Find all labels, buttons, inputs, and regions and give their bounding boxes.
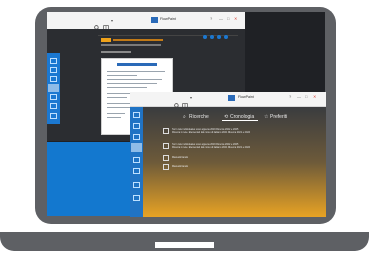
active-tab-indicator <box>222 120 258 121</box>
help-button[interactable]: ? <box>289 94 291 99</box>
close-button[interactable]: ✕ <box>313 94 316 99</box>
back-window-titlebar: ▾ FlowPaint ? — □ ✕ <box>47 12 245 31</box>
chevron-down-icon[interactable]: ▾ <box>190 95 192 100</box>
doc-line <box>107 113 125 114</box>
history-item-icon <box>163 164 169 170</box>
doc-line <box>107 71 165 72</box>
doc-line <box>107 87 147 88</box>
history-item-title[interactable]: Manualizzando <box>172 165 252 168</box>
minimize-button[interactable]: — <box>297 94 301 99</box>
indicator-dot <box>224 35 228 39</box>
settings-icon[interactable] <box>133 182 140 188</box>
info-icon[interactable] <box>133 195 140 201</box>
window-title: FlowPaint <box>160 17 176 21</box>
maximize-button[interactable]: □ <box>305 94 307 99</box>
indicator-dot <box>210 35 214 39</box>
doc-line <box>107 97 127 98</box>
book-icon[interactable] <box>50 67 57 73</box>
doc-line <box>107 117 121 118</box>
sidebar-item-active[interactable] <box>48 84 59 92</box>
search-icon[interactable] <box>50 58 57 64</box>
history-item-title[interactable]: Manualizzando <box>172 156 252 159</box>
minimize-button[interactable]: — <box>219 16 223 21</box>
bookmark-icon[interactable] <box>50 76 57 82</box>
doc-line <box>107 107 132 108</box>
gear-icon[interactable] <box>50 103 57 109</box>
tab-ricerche[interactable]: Ricerche <box>189 114 209 120</box>
app-logo-icon <box>151 17 158 23</box>
close-button[interactable]: ✕ <box>234 16 237 21</box>
history-item-subtitle: Ricerca in rete. Elementari dal corso di… <box>172 131 251 134</box>
app-logo-icon <box>228 95 235 101</box>
gear-icon[interactable] <box>133 168 140 174</box>
history-item-icon <box>163 128 169 134</box>
front-window-titlebar: ▾ FlowPaint ? — □ ✕ <box>130 92 326 109</box>
doc-line <box>107 79 162 80</box>
search-icon[interactable] <box>94 18 100 31</box>
settings-icon[interactable] <box>50 113 57 119</box>
bookmark-icon[interactable] <box>133 134 140 140</box>
history-icon[interactable] <box>50 94 57 100</box>
book-icon[interactable] <box>103 18 109 31</box>
history-item-subtitle: Ricerca in rete. Elementari dal corso di… <box>172 146 251 149</box>
highlight-text <box>113 39 163 41</box>
maximize-button[interactable]: □ <box>227 16 229 21</box>
sidebar-item-active[interactable] <box>131 143 142 152</box>
tab-bookmark-icon: ☆ <box>264 114 269 120</box>
indicator-dot <box>203 35 207 39</box>
doc-line <box>107 75 137 76</box>
text-line <box>101 44 161 46</box>
front-window-content <box>130 107 326 217</box>
window-title: FlowPaint <box>238 95 254 99</box>
history-item-icon <box>163 155 169 161</box>
section-heading <box>101 51 131 53</box>
doc-line <box>107 83 157 84</box>
status-badge <box>101 38 111 42</box>
tab-preferiti[interactable]: Preferiti <box>270 114 287 120</box>
indicator-dot <box>217 35 221 39</box>
chevron-down-icon[interactable]: ▾ <box>111 18 113 23</box>
tab-search-icon: ⌕ <box>183 114 186 120</box>
history-icon[interactable] <box>133 157 140 163</box>
search-icon[interactable] <box>133 112 140 118</box>
background-panel <box>47 142 131 216</box>
doc-title <box>117 63 157 66</box>
history-item-icon <box>163 143 169 149</box>
help-button[interactable]: ? <box>210 16 212 21</box>
trackpad-notch <box>155 242 214 248</box>
book-icon[interactable] <box>133 123 140 129</box>
